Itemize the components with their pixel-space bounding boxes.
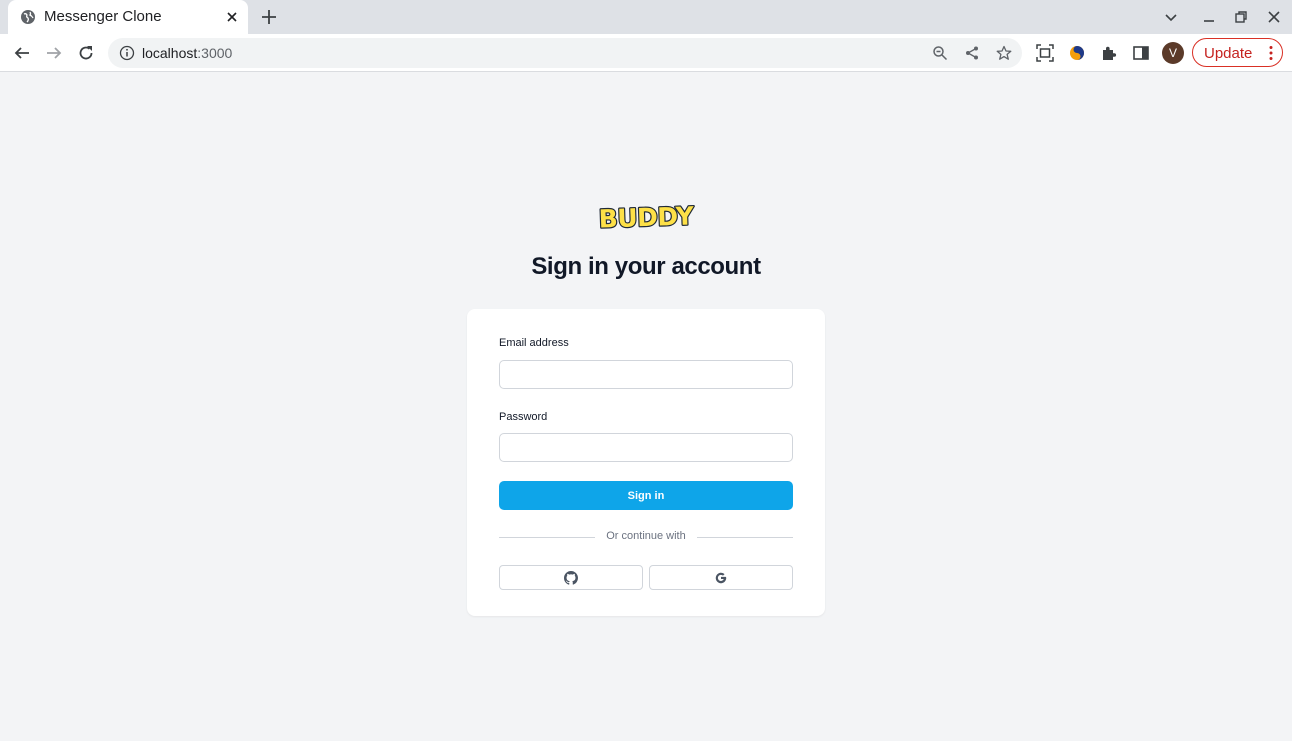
side-panel-icon[interactable] bbox=[1132, 44, 1150, 62]
github-signin-button[interactable] bbox=[499, 565, 643, 590]
page-title: Sign in your account bbox=[531, 253, 761, 280]
back-arrow-icon[interactable] bbox=[13, 44, 31, 62]
restore-icon[interactable] bbox=[1233, 9, 1249, 25]
browser-toolbar: localhost:3000 V Update bbox=[0, 34, 1292, 72]
email-input[interactable] bbox=[499, 360, 793, 389]
update-button[interactable]: Update bbox=[1192, 38, 1283, 67]
address-bar[interactable]: localhost:3000 bbox=[108, 38, 1022, 68]
browser-tab[interactable]: Messenger Clone bbox=[8, 0, 248, 34]
url-text: localhost:3000 bbox=[142, 45, 233, 61]
update-label: Update bbox=[1204, 45, 1253, 62]
buddy-logo: BUDDY bbox=[597, 200, 696, 233]
divider-text: Or continue with bbox=[606, 530, 686, 542]
more-vertical-icon bbox=[1269, 46, 1273, 60]
google-icon bbox=[715, 572, 727, 584]
bookmark-star-icon[interactable] bbox=[996, 45, 1012, 61]
browser-tab-bar: Messenger Clone bbox=[0, 0, 1292, 34]
divider-line-left bbox=[499, 537, 595, 538]
globe-icon bbox=[21, 10, 35, 24]
screen-capture-icon[interactable] bbox=[1036, 44, 1054, 62]
zoom-icon[interactable] bbox=[932, 45, 948, 61]
minimize-icon[interactable] bbox=[1201, 9, 1217, 25]
reload-icon[interactable] bbox=[77, 44, 95, 62]
password-label: Password bbox=[499, 411, 548, 423]
password-input[interactable] bbox=[499, 433, 793, 462]
forward-arrow-icon[interactable] bbox=[45, 44, 63, 62]
google-signin-button[interactable] bbox=[649, 565, 793, 590]
github-icon bbox=[564, 571, 578, 585]
divider-line-right bbox=[697, 537, 793, 538]
extensions-puzzle-icon[interactable] bbox=[1100, 44, 1118, 62]
logo-text: BUDDY bbox=[598, 201, 695, 233]
close-tab-icon[interactable] bbox=[224, 9, 240, 25]
new-tab-icon[interactable] bbox=[260, 8, 278, 26]
close-window-icon[interactable] bbox=[1266, 9, 1282, 25]
sign-in-button[interactable]: Sign in bbox=[499, 481, 793, 510]
extension-logo-icon[interactable] bbox=[1068, 44, 1086, 62]
share-icon[interactable] bbox=[964, 45, 980, 61]
profile-avatar[interactable]: V bbox=[1162, 42, 1184, 64]
signin-card: Email address Password Sign in Or contin… bbox=[467, 309, 825, 616]
tab-title: Messenger Clone bbox=[44, 8, 162, 25]
site-info-icon[interactable] bbox=[119, 45, 135, 61]
email-label: Email address bbox=[499, 337, 569, 349]
tab-search-icon[interactable] bbox=[1163, 9, 1179, 25]
